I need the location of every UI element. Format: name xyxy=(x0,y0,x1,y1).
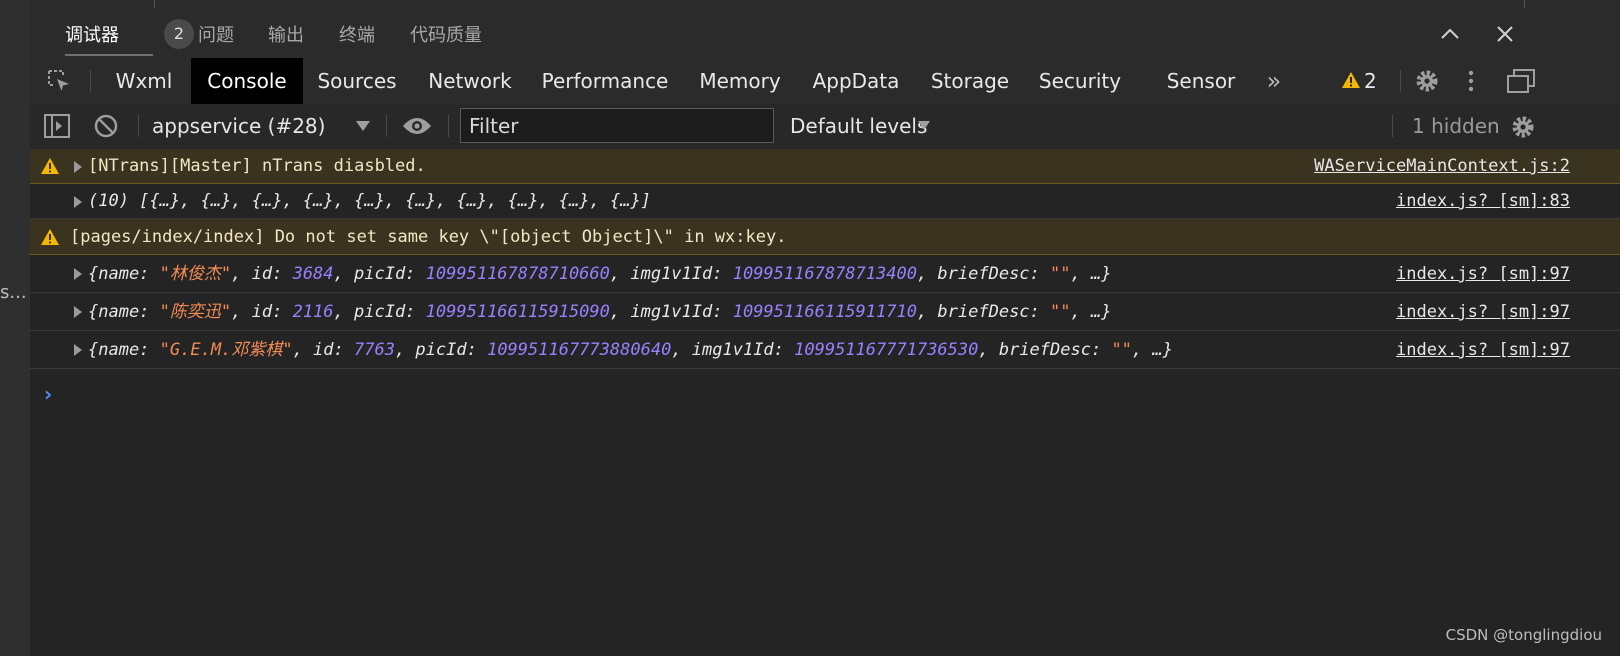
console-row-object[interactable]: {name: "陈奕迅", id: 2116, picId: 109951166… xyxy=(30,293,1620,331)
message-text: (10) [{…}, {…}, {…}, {…}, {…}, {…}, {…},… xyxy=(88,191,651,211)
debugger-badge: 2 xyxy=(164,19,194,49)
message-text: [pages/index/index] Do not set same key … xyxy=(70,227,787,247)
context-selector[interactable]: appservice (#28) xyxy=(152,104,325,149)
devtools-tab-bar: Wxml Console Sources Network Performance… xyxy=(30,58,1620,105)
context-dropdown-arrow-icon[interactable] xyxy=(356,121,370,131)
filter-input[interactable] xyxy=(460,108,774,143)
tab-problems[interactable]: 问题 xyxy=(198,21,234,47)
debugger-tab-bar: 调试器 2 问题 输出 终端 代码质量 xyxy=(30,8,1620,58)
console-prompt[interactable]: › xyxy=(44,382,52,406)
more-options-icon[interactable] xyxy=(1466,69,1476,93)
console-log: [NTrans][Master] nTrans diasbled. WAServ… xyxy=(30,149,1620,369)
tab-code-quality[interactable]: 代码质量 xyxy=(410,21,482,47)
inspect-element-icon[interactable] xyxy=(46,68,72,94)
console-toolbar: appservice (#28) Default levels 1 hidden xyxy=(30,104,1620,150)
devtools-panel: 调试器 2 问题 输出 终端 代码质量 Wxml Console Sources… xyxy=(30,8,1620,656)
watermark: CSDN @tonglingdiou xyxy=(1445,626,1602,644)
left-side-strip: s... xyxy=(0,0,30,656)
object-preview: {name: "林俊杰", id: 3684, picId: 109951167… xyxy=(88,264,1112,284)
warning-count[interactable]: 2 xyxy=(1364,58,1377,104)
console-row-object[interactable]: {name: "林俊杰", id: 3684, picId: 109951167… xyxy=(30,255,1620,293)
expand-arrow-icon[interactable] xyxy=(74,306,82,318)
warning-icon xyxy=(41,158,59,174)
tab-output[interactable]: 输出 xyxy=(268,21,304,47)
tab-appdata[interactable]: AppData xyxy=(806,58,906,104)
source-link[interactable]: index.js? [sm]:97 xyxy=(1396,255,1570,293)
hidden-messages-count: 1 hidden xyxy=(1412,114,1500,138)
clear-console-icon[interactable] xyxy=(94,114,118,138)
source-link[interactable]: index.js? [sm]:97 xyxy=(1396,293,1570,331)
source-link[interactable]: index.js? [sm]:83 xyxy=(1396,184,1570,219)
expand-arrow-icon[interactable] xyxy=(74,161,82,173)
object-preview: {name: "G.E.M.邓紫棋", id: 7763, picId: 109… xyxy=(88,340,1173,360)
live-expression-eye-icon[interactable] xyxy=(402,116,432,136)
warning-icon xyxy=(1342,72,1360,88)
message-text: [NTrans][Master] nTrans diasbled. xyxy=(88,156,426,176)
tab-debugger[interactable]: 调试器 xyxy=(65,21,119,47)
tab-security[interactable]: Security xyxy=(1034,58,1126,104)
tab-memory[interactable]: Memory xyxy=(690,58,790,104)
levels-dropdown-arrow-icon[interactable] xyxy=(918,121,930,130)
tab-network[interactable]: Network xyxy=(420,58,520,104)
undock-window-icon[interactable] xyxy=(1506,68,1536,94)
console-row-warning[interactable]: [pages/index/index] Do not set same key … xyxy=(30,219,1620,255)
toggle-sidebar-icon[interactable] xyxy=(44,114,70,138)
warning-icon xyxy=(41,229,59,245)
tab-sources[interactable]: Sources xyxy=(310,58,404,104)
more-tabs-button[interactable]: » xyxy=(1256,58,1292,104)
collapse-panel-icon[interactable] xyxy=(1438,22,1462,46)
active-tab-underline xyxy=(65,54,153,56)
expand-arrow-icon[interactable] xyxy=(74,344,82,356)
truncated-label: s... xyxy=(0,282,27,303)
console-row-warning[interactable]: [NTrans][Master] nTrans diasbled. WAServ… xyxy=(30,149,1620,184)
tab-performance[interactable]: Performance xyxy=(540,58,670,104)
tab-sensor[interactable]: Sensor xyxy=(1160,58,1242,104)
tab-storage[interactable]: Storage xyxy=(924,58,1016,104)
tab-terminal[interactable]: 终端 xyxy=(339,21,375,47)
source-link[interactable]: WAServiceMainContext.js:2 xyxy=(1314,149,1570,184)
close-panel-icon[interactable] xyxy=(1493,22,1517,46)
log-levels-dropdown[interactable]: Default levels xyxy=(790,104,927,149)
expand-arrow-icon[interactable] xyxy=(74,268,82,280)
source-link[interactable]: index.js? [sm]:97 xyxy=(1396,331,1570,369)
console-settings-gear-icon[interactable] xyxy=(1510,114,1536,140)
expand-arrow-icon[interactable] xyxy=(74,196,82,208)
settings-gear-icon[interactable] xyxy=(1414,68,1440,94)
console-row-object[interactable]: {name: "G.E.M.邓紫棋", id: 7763, picId: 109… xyxy=(30,331,1620,369)
tab-wxml[interactable]: Wxml xyxy=(102,58,186,104)
object-preview: {name: "陈奕迅", id: 2116, picId: 109951166… xyxy=(88,302,1112,322)
console-row-log[interactable]: (10) [{…}, {…}, {…}, {…}, {…}, {…}, {…},… xyxy=(30,184,1620,219)
tab-console[interactable]: Console xyxy=(191,58,303,104)
